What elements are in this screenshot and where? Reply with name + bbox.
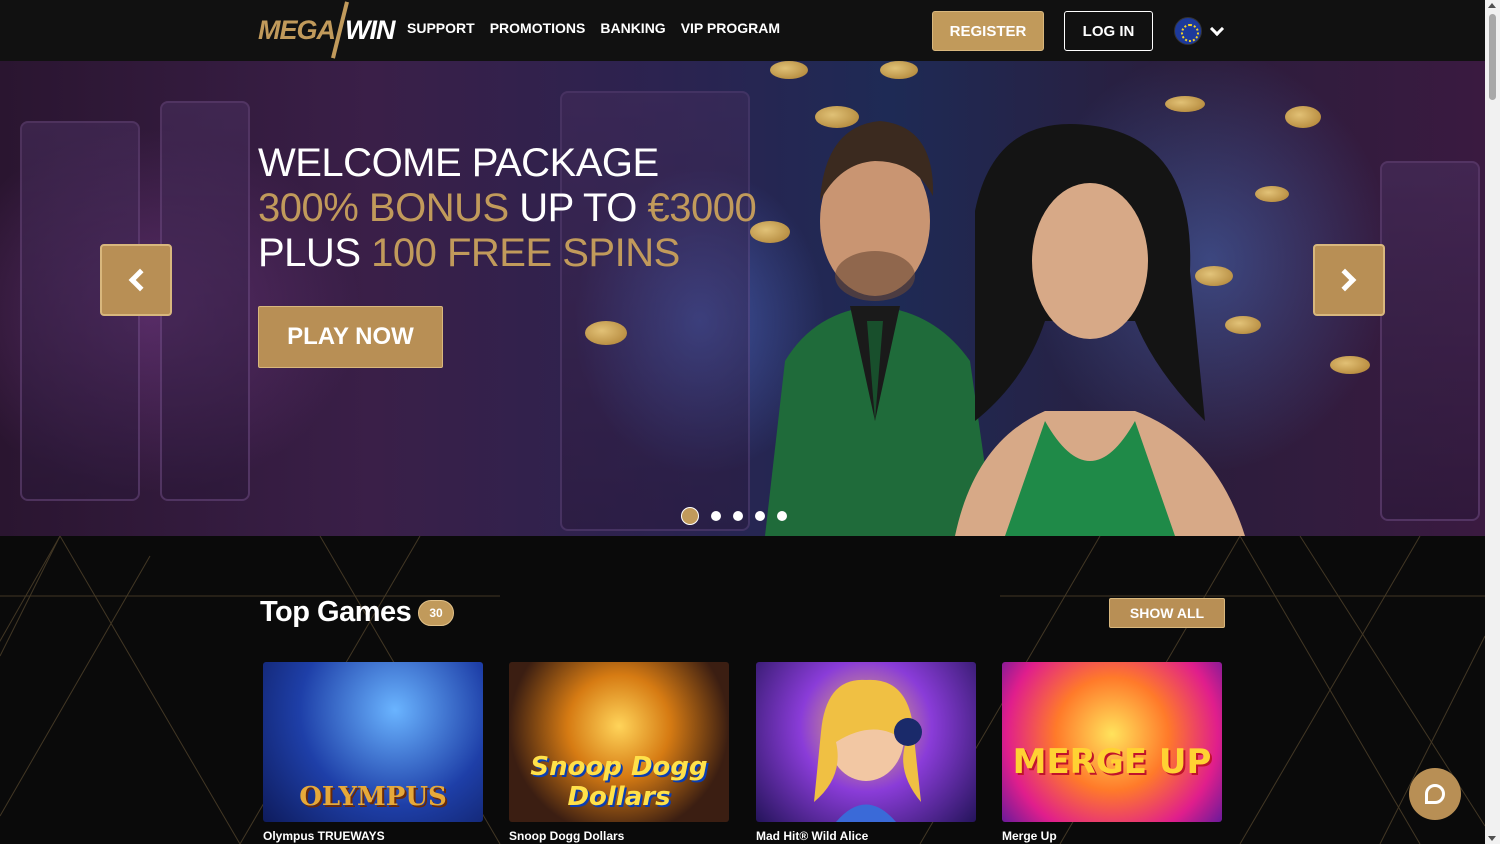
game-thumbnail[interactable]: Snoop Dogg Dollars <box>509 662 729 822</box>
chevron-right-icon <box>1333 268 1357 292</box>
hero-line-3: PLUS 100 FREE SPINS <box>258 231 756 276</box>
game-title[interactable]: Merge Up <box>1002 829 1222 843</box>
game-art-title: OLYMPUS <box>299 782 447 812</box>
carousel-dots <box>681 507 787 525</box>
play-now-button[interactable]: PLAY NOW <box>258 306 443 368</box>
hero-line-1: WELCOME PACKAGE <box>258 141 659 185</box>
game-card[interactable]: Mad Hit® Wild Alice <box>756 662 976 843</box>
hero-headline: WELCOME PACKAGE 300% BONUS UP TO €3000 P… <box>258 141 757 276</box>
game-thumbnail[interactable] <box>756 662 976 822</box>
page-scrollbar[interactable] <box>1485 0 1500 844</box>
nav-banking[interactable]: BANKING <box>600 20 665 36</box>
carousel-dot-5[interactable] <box>777 511 787 521</box>
alice-character-image <box>814 679 922 822</box>
scroll-up-icon[interactable] <box>1488 3 1496 8</box>
game-title[interactable]: Snoop Dogg Dollars <box>509 829 729 843</box>
game-title[interactable]: Mad Hit® Wild Alice <box>756 829 976 843</box>
game-card[interactable]: Snoop Dogg Dollars Snoop Dogg Dollars <box>509 662 729 843</box>
section-title: Top Games <box>260 596 412 628</box>
live-chat-button[interactable] <box>1409 768 1461 820</box>
chevron-left-icon <box>128 268 152 292</box>
hero-woman-image <box>955 124 1245 536</box>
game-card[interactable]: MERGE UP Merge Up <box>1002 662 1222 843</box>
login-button[interactable]: LOG IN <box>1064 11 1153 51</box>
game-thumbnail[interactable]: OLYMPUS <box>263 662 483 822</box>
show-all-button[interactable]: SHOW ALL <box>1109 598 1225 628</box>
nav-support[interactable]: SUPPORT <box>407 20 475 36</box>
hero-plus-text: PLUS <box>258 231 372 275</box>
megawin-logo[interactable]: MEGA WIN <box>258 1 395 59</box>
language-selector[interactable] <box>1174 17 1225 45</box>
carousel-dot-1[interactable] <box>681 507 699 525</box>
hero-banner: WELCOME PACKAGE 300% BONUS UP TO €3000 P… <box>0 61 1485 536</box>
background-diamond-pattern <box>0 536 1485 844</box>
carousel-dot-4[interactable] <box>755 511 765 521</box>
chat-bubble-icon <box>1425 784 1445 804</box>
games-count-badge: 30 <box>418 600 454 626</box>
register-button[interactable]: REGISTER <box>932 11 1044 51</box>
hero-free-spins-text: 100 FREE SPINS <box>371 231 680 275</box>
hero-amount-text: €3000 <box>647 186 757 230</box>
chevron-down-icon <box>1209 21 1225 37</box>
site-header: MEGA WIN SUPPORT PROMOTIONS BANKING VIP … <box>0 0 1485 61</box>
top-games-section: Top Games 30 SHOW ALL OLYMPUS Olympus TR… <box>0 536 1485 844</box>
eu-flag-icon <box>1174 17 1202 45</box>
nav-promotions[interactable]: PROMOTIONS <box>490 20 586 36</box>
hero-line-2: 300% BONUS UP TO €3000 <box>258 186 757 231</box>
game-title[interactable]: Olympus TRUEWAYS <box>263 829 483 843</box>
game-card[interactable]: OLYMPUS Olympus TRUEWAYS <box>263 662 483 843</box>
logo-win-text: WIN <box>345 14 395 45</box>
game-thumbnail[interactable]: MERGE UP <box>1002 662 1222 822</box>
game-art-title: Snoop Dogg Dollars <box>530 752 708 812</box>
carousel-next-button[interactable] <box>1313 244 1385 316</box>
logo-mega-text: MEGA <box>258 14 336 45</box>
main-nav: SUPPORT PROMOTIONS BANKING VIP PROGRAM <box>407 20 780 36</box>
carousel-dot-2[interactable] <box>711 511 721 521</box>
scroll-down-icon[interactable] <box>1488 836 1496 841</box>
game-art-title: MERGE UP <box>1012 742 1212 782</box>
carousel-dot-3[interactable] <box>733 511 743 521</box>
scrollbar-thumb[interactable] <box>1489 14 1496 100</box>
hero-upto-text: UP TO <box>508 186 648 230</box>
carousel-prev-button[interactable] <box>100 244 172 316</box>
hero-bonus-text: 300% BONUS <box>258 186 509 230</box>
nav-vip-program[interactable]: VIP PROGRAM <box>681 20 780 36</box>
